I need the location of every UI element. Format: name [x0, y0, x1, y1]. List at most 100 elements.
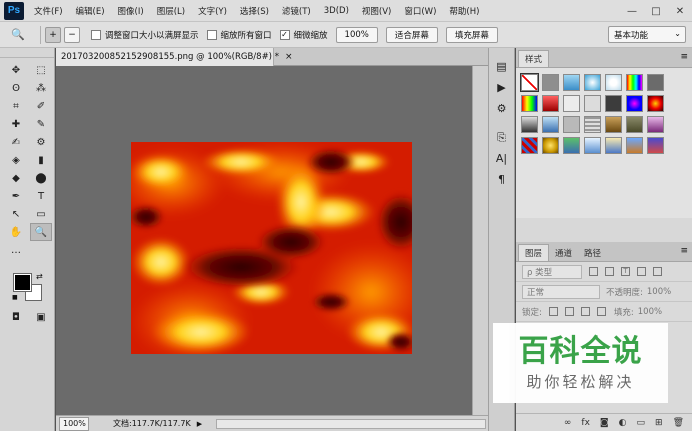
- zoom-all-windows-checkbox[interactable]: 缩放所有窗口: [206, 29, 272, 41]
- layer-style-icon[interactable]: fx: [581, 418, 590, 428]
- trash-icon[interactable]: 🗑: [673, 418, 684, 428]
- lock-position-icon[interactable]: [580, 307, 590, 316]
- checkbox-unchecked[interactable]: [206, 29, 217, 40]
- screen-mode-icon[interactable]: ▣: [30, 308, 52, 326]
- style-swatch[interactable]: [647, 74, 664, 91]
- tab-styles[interactable]: 样式: [518, 50, 550, 67]
- style-swatch[interactable]: [584, 137, 601, 154]
- hand-tool-icon[interactable]: ✋: [5, 223, 27, 241]
- panel-grip[interactable]: [0, 48, 54, 58]
- marquee-tool-icon[interactable]: ⬚: [30, 61, 52, 79]
- menu-file[interactable]: 文件(F): [34, 5, 63, 17]
- lock-transparent-icon[interactable]: [548, 307, 558, 316]
- zoom-out-icon[interactable]: −: [64, 26, 80, 43]
- style-swatch[interactable]: [521, 137, 538, 154]
- style-swatch[interactable]: [647, 137, 664, 154]
- eyedropper-tool-icon[interactable]: ✐: [30, 97, 52, 115]
- style-swatch[interactable]: [563, 116, 580, 133]
- magic-wand-tool-icon[interactable]: ⁂: [30, 79, 52, 97]
- menu-view[interactable]: 视图(V): [362, 5, 391, 17]
- menu-layer[interactable]: 图层(L): [157, 5, 185, 17]
- rectangle-tool-icon[interactable]: ▭: [30, 205, 52, 223]
- minimize-button[interactable]: —: [620, 0, 644, 22]
- workspace-select[interactable]: 基本功能 ⌄: [608, 26, 686, 43]
- document-tab[interactable]: 20170320085215290815​5.png @ 100%(RGB/8#…: [56, 48, 293, 66]
- smart-object-filter-icon[interactable]: [653, 267, 662, 276]
- style-swatch[interactable]: [626, 95, 643, 112]
- new-group-icon[interactable]: ▭: [637, 418, 646, 428]
- menu-type[interactable]: 文字(Y): [198, 5, 227, 17]
- status-menu-arrow-icon[interactable]: ▶: [197, 420, 202, 428]
- style-swatch[interactable]: [521, 116, 538, 133]
- style-swatch[interactable]: [647, 95, 664, 112]
- history-panel-icon[interactable]: ▤: [489, 56, 514, 77]
- eraser-tool-icon[interactable]: ◈: [5, 151, 27, 169]
- type-tool-icon[interactable]: T: [30, 187, 52, 205]
- style-swatch[interactable]: [520, 73, 539, 92]
- dodge-tool-icon[interactable]: ⬤: [30, 169, 52, 187]
- blend-mode-select[interactable]: 正常: [522, 284, 600, 299]
- fill-value[interactable]: 100%: [638, 307, 662, 317]
- blur-tool-icon[interactable]: ◆: [5, 169, 27, 187]
- menu-edit[interactable]: 编辑(E): [76, 5, 105, 17]
- default-colors-icon[interactable]: ■: [12, 294, 18, 301]
- zoom-level-field[interactable]: 100%: [59, 416, 89, 431]
- tab-paths[interactable]: 路径: [578, 244, 607, 261]
- style-swatch[interactable]: [605, 116, 622, 133]
- style-swatch[interactable]: [542, 137, 559, 154]
- style-swatch[interactable]: [542, 95, 559, 112]
- style-swatch[interactable]: [584, 74, 601, 91]
- image-filter-icon[interactable]: [589, 267, 598, 276]
- style-swatch[interactable]: [563, 137, 580, 154]
- style-swatch[interactable]: [647, 116, 664, 133]
- pen-tool-icon[interactable]: ✒: [5, 187, 27, 205]
- layer-filter-select[interactable]: ρ 类型: [522, 264, 582, 279]
- lasso-tool-icon[interactable]: ʘ: [5, 79, 27, 97]
- maximize-button[interactable]: □: [644, 0, 668, 22]
- type-filter-icon[interactable]: T: [621, 267, 630, 276]
- close-window-button[interactable]: ✕: [668, 0, 692, 22]
- style-swatch[interactable]: [542, 116, 559, 133]
- style-swatch[interactable]: [626, 74, 643, 91]
- scrubby-zoom-checkbox[interactable]: ✓ 细微缩放: [279, 29, 328, 41]
- actions-panel-icon[interactable]: ▶: [489, 77, 514, 98]
- path-selection-tool-icon[interactable]: ↖: [5, 205, 27, 223]
- menu-window[interactable]: 窗口(W): [404, 5, 436, 17]
- layer-mask-icon[interactable]: ◙: [600, 418, 609, 428]
- style-swatch[interactable]: [563, 74, 580, 91]
- style-swatch[interactable]: [605, 137, 622, 154]
- opacity-value[interactable]: 100%: [647, 287, 671, 297]
- style-swatch[interactable]: [626, 116, 643, 133]
- move-tool-icon[interactable]: ✥: [5, 61, 27, 79]
- fit-screen-button[interactable]: 适合屏幕: [385, 26, 438, 43]
- swap-colors-icon[interactable]: ⇄: [36, 272, 43, 281]
- shape-filter-icon[interactable]: [637, 267, 646, 276]
- lock-all-icon[interactable]: [596, 307, 606, 316]
- menu-image[interactable]: 图像(I): [118, 5, 144, 17]
- character-panel-icon[interactable]: A|: [489, 148, 514, 169]
- panel-menu-icon[interactable]: ≡: [680, 52, 688, 62]
- new-layer-icon[interactable]: ⊞: [655, 418, 663, 428]
- style-swatch[interactable]: [584, 95, 601, 112]
- foreground-color-swatch[interactable]: [13, 273, 32, 292]
- close-icon[interactable]: ×: [285, 52, 293, 62]
- properties-panel-icon[interactable]: ⚙: [489, 98, 514, 119]
- zoom-tool-icon[interactable]: 🔍: [30, 223, 52, 241]
- checkbox-checked[interactable]: ✓: [279, 29, 290, 40]
- style-swatch[interactable]: [605, 95, 622, 112]
- healing-brush-tool-icon[interactable]: ✚: [5, 115, 27, 133]
- tab-channels[interactable]: 通道: [549, 244, 578, 261]
- zoom-tool-preset-icon[interactable]: 🔍: [0, 24, 36, 46]
- quick-mask-icon[interactable]: ◘: [5, 308, 27, 326]
- fill-screen-button[interactable]: 填充屏幕: [445, 26, 498, 43]
- style-swatch[interactable]: [521, 95, 538, 112]
- gradient-tool-icon[interactable]: ▮: [30, 151, 52, 169]
- vertical-scrollbar[interactable]: [472, 66, 488, 415]
- menu-3d[interactable]: 3D(D): [324, 6, 349, 16]
- clone-stamp-tool-icon[interactable]: ✍: [5, 133, 27, 151]
- clone-source-panel-icon[interactable]: ⎘: [489, 127, 514, 148]
- style-swatch[interactable]: [605, 74, 622, 91]
- canvas-image[interactable]: [131, 142, 412, 354]
- adjustment-layer-icon[interactable]: ◐: [619, 418, 627, 428]
- zoom-in-icon[interactable]: +: [45, 26, 61, 43]
